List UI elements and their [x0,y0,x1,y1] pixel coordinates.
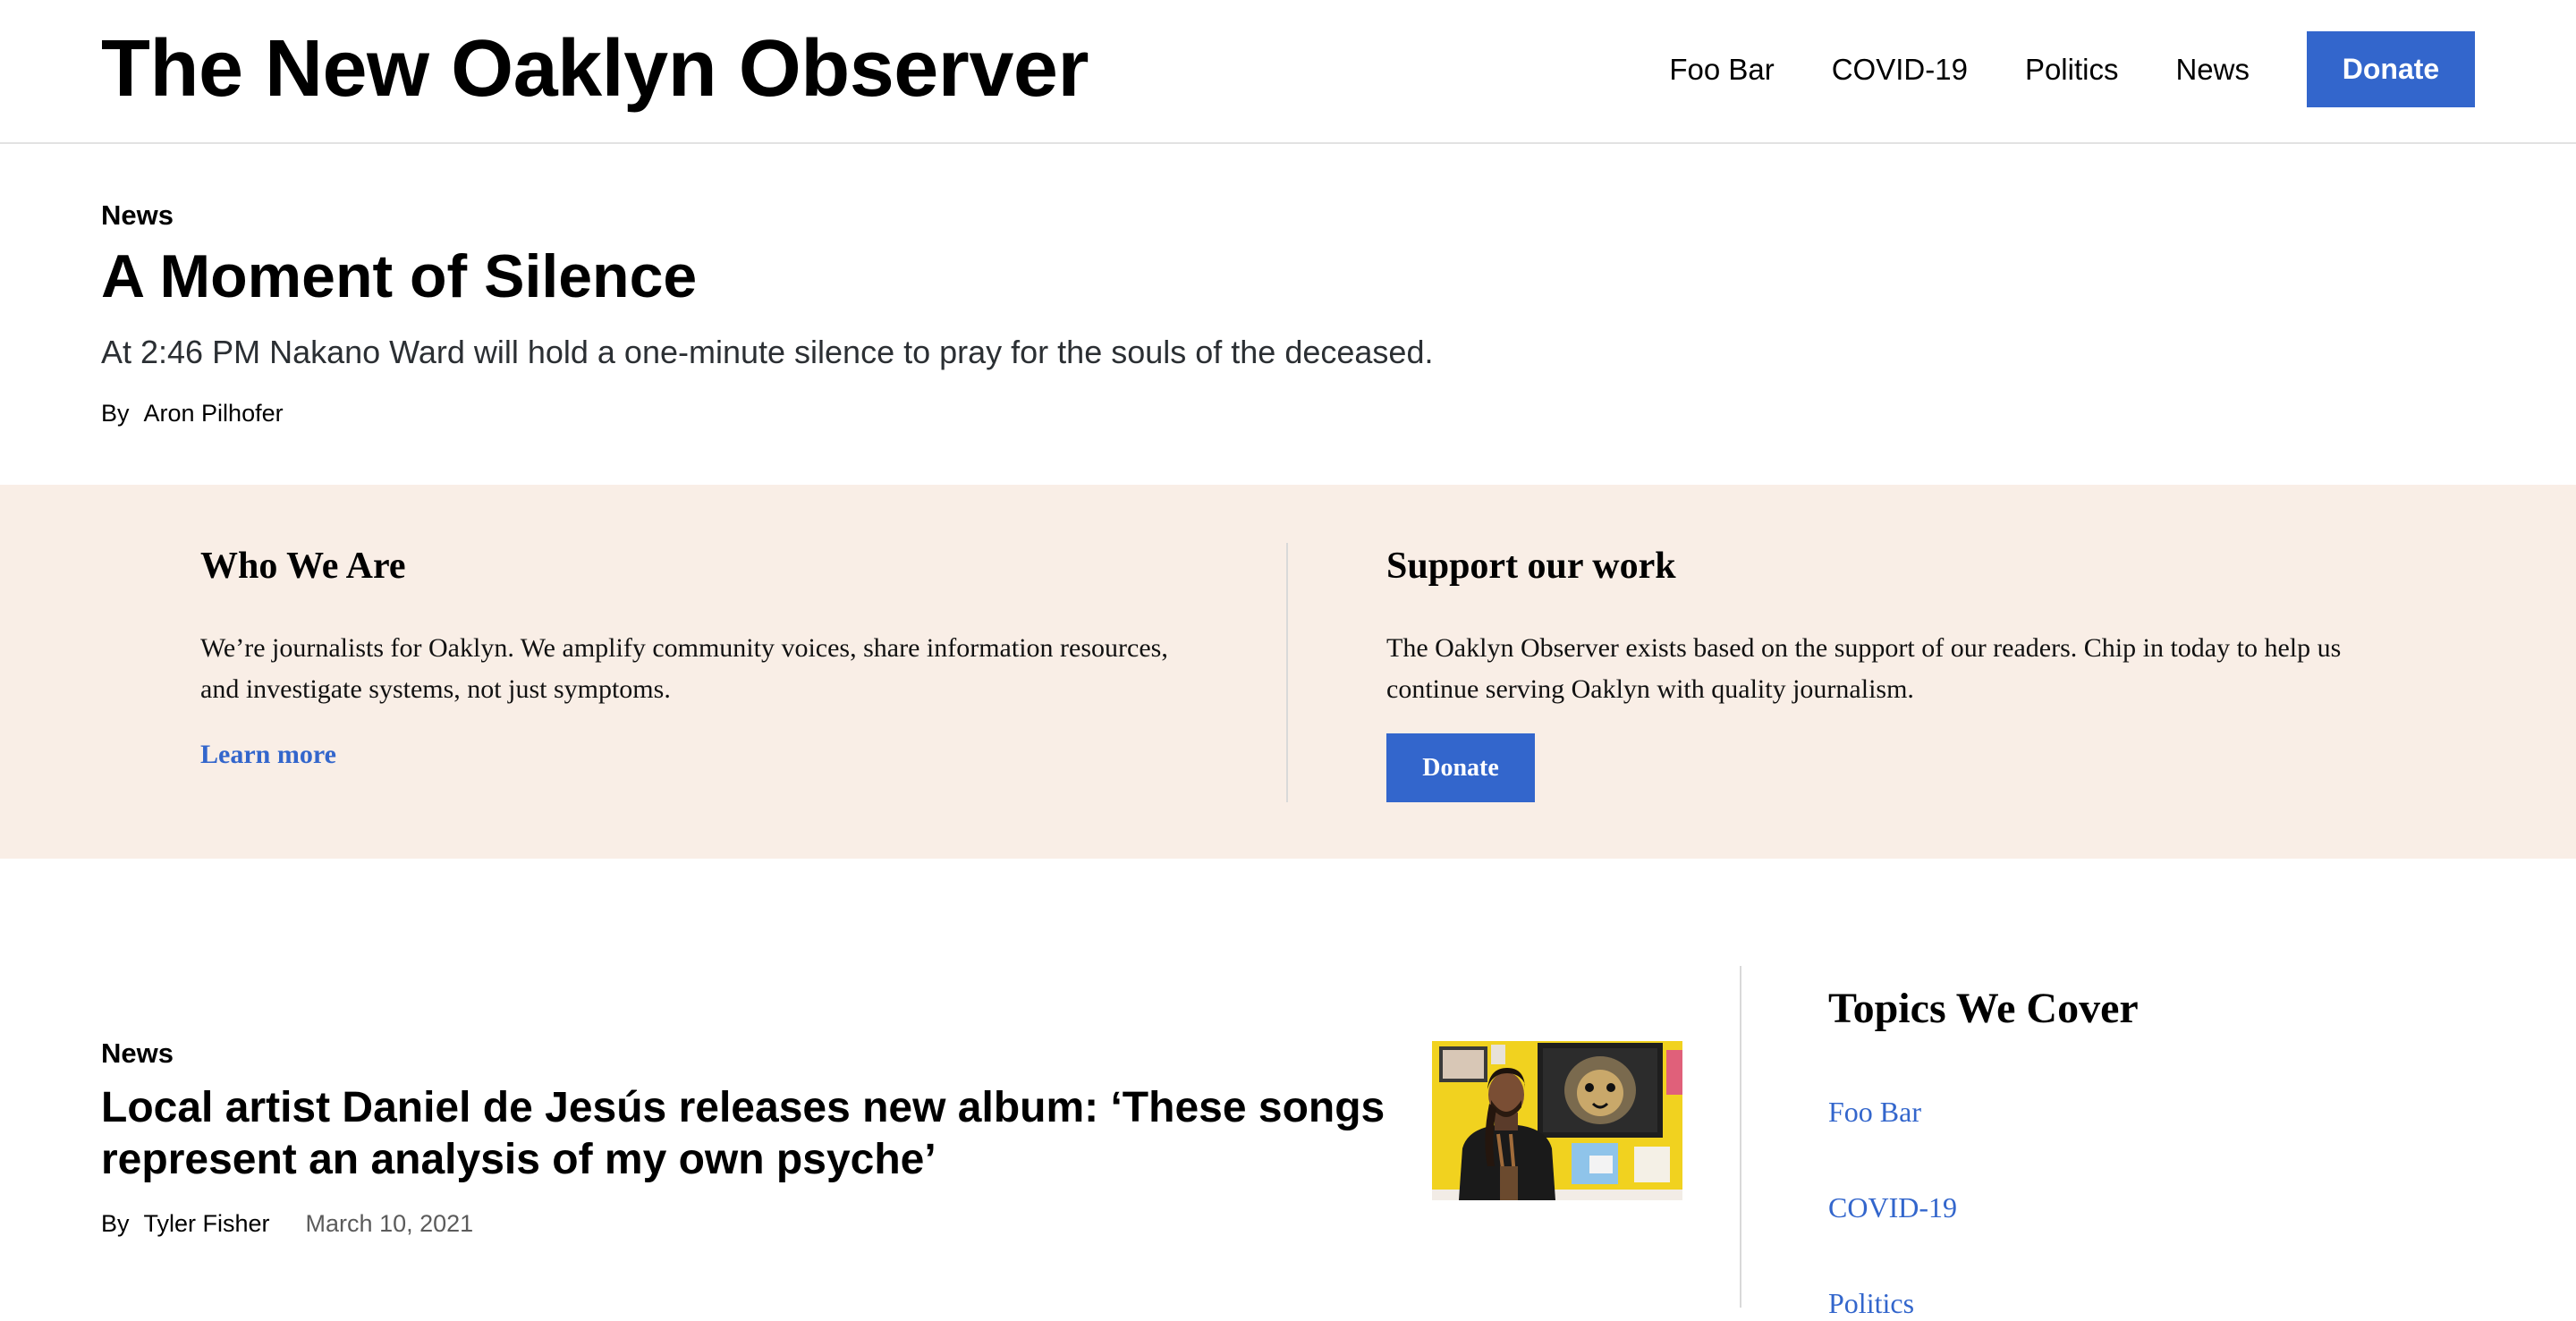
topics-title: Topics We Cover [1828,985,2139,1032]
nav-link-covid-19[interactable]: COVID-19 [1832,53,1968,87]
promo-column-divider [1286,543,1288,802]
nav-link-politics[interactable]: Politics [2025,53,2119,87]
support-text: The Oaklyn Observer exists based on the … [1386,633,2342,704]
who-we-are-text: We’re journalists for Oaklyn. We amplify… [200,633,1168,704]
byline-by-label: By [101,1210,130,1237]
byline-by-label: By [101,400,130,427]
nav-link-foo-bar[interactable]: Foo Bar [1669,53,1774,87]
featured-author-link[interactable]: Aron Pilhofer [144,400,284,427]
featured-dek: At 2:46 PM Nakano Ward will hold a one-m… [101,334,1434,370]
topic-link-covid-19[interactable]: COVID-19 [1828,1190,1957,1225]
story-headline[interactable]: Local artist Daniel de Jesús releases ne… [101,1082,1425,1186]
support-donate-button[interactable]: Donate [1386,733,1535,802]
site-header: The New Oaklyn Observer Foo Bar COVID-19… [0,0,2576,144]
topic-link-politics[interactable]: Politics [1828,1285,1914,1321]
learn-more-link[interactable]: Learn more [200,737,336,773]
story-date: March 10, 2021 [305,1210,474,1237]
story-author-link[interactable]: Tyler Fisher [144,1210,270,1237]
nav-link-news[interactable]: News [2175,53,2250,87]
sidebar-divider [1740,966,1741,1308]
site-title[interactable]: The New Oaklyn Observer [101,20,1089,118]
artist-photo-illustration [1432,1041,1682,1200]
featured-headline[interactable]: A Moment of Silence [101,241,697,312]
who-we-are-title: Who We Are [200,546,406,587]
story-byline: By Tyler Fisher March 10, 2021 [101,1207,473,1240]
header-donate-button[interactable]: Donate [2307,31,2475,107]
featured-byline: By Aron Pilhofer [101,397,284,429]
story-category[interactable]: News [101,1036,174,1071]
main-nav: Foo Bar COVID-19 Politics News Donate [1669,31,2475,107]
topic-link-foo-bar[interactable]: Foo Bar [1828,1094,1921,1130]
support-title: Support our work [1386,546,1676,587]
featured-category[interactable]: News [101,198,174,233]
story-thumbnail-image[interactable] [1432,1041,1682,1200]
promo-band: Who We Are We’re journalists for Oaklyn.… [0,485,2576,859]
